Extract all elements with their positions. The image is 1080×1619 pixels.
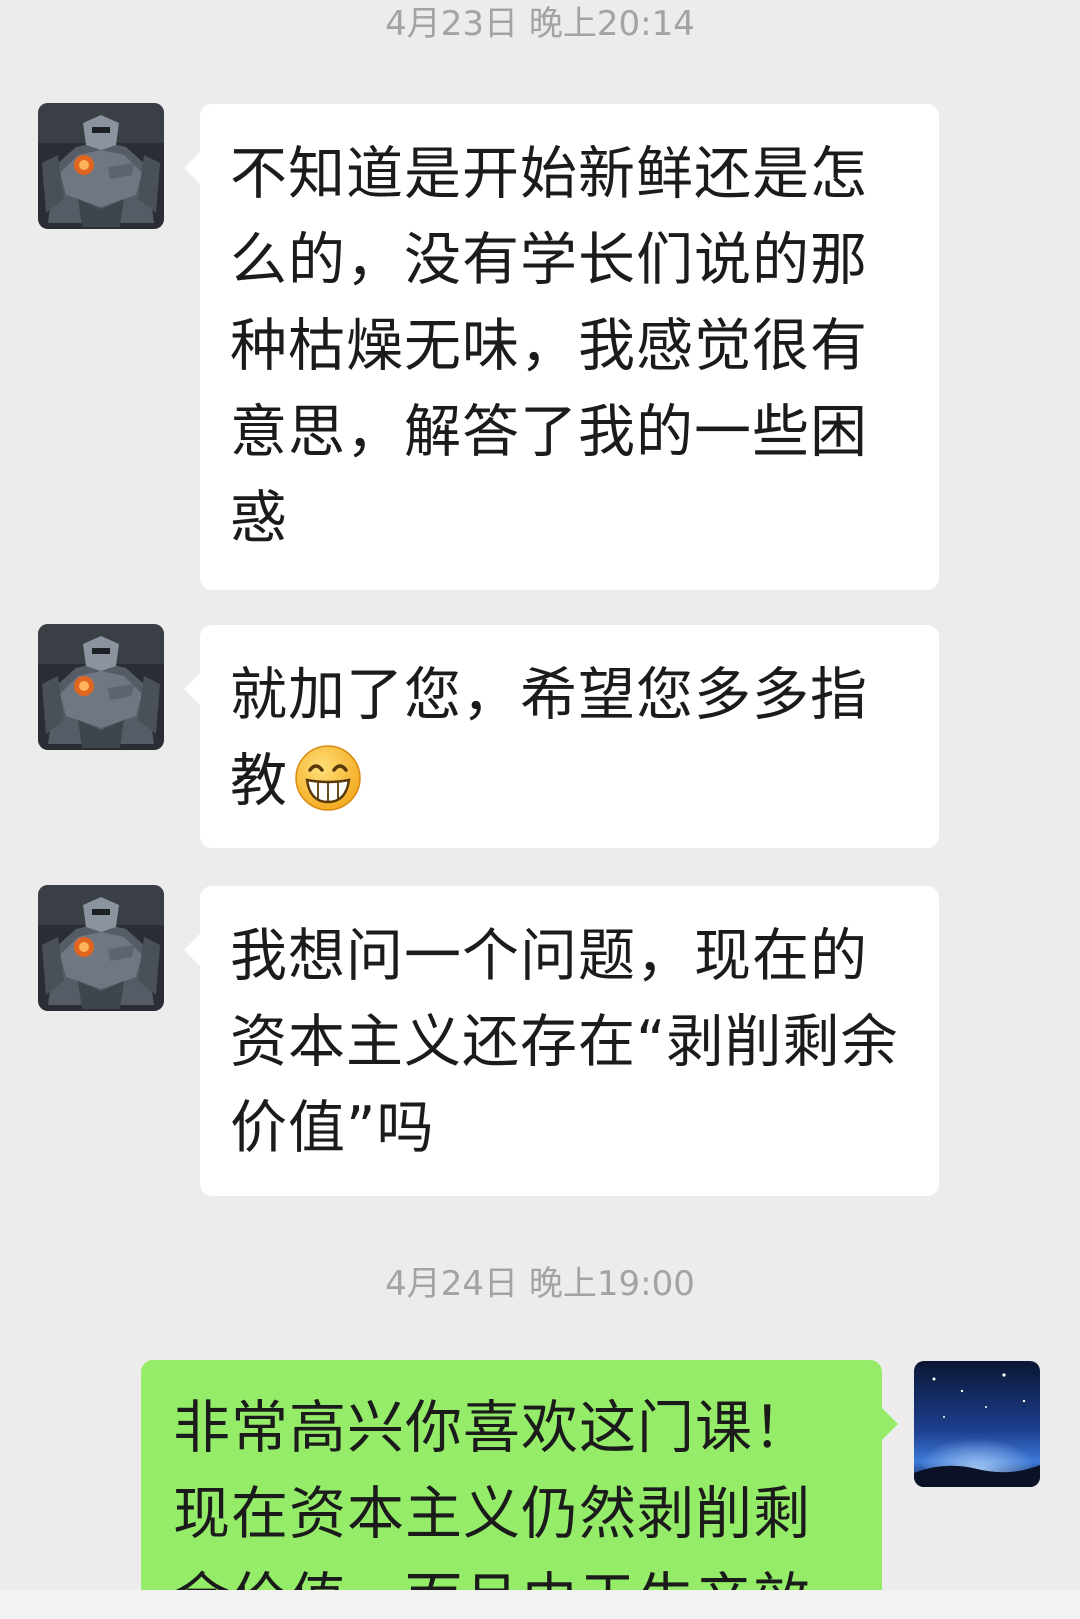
own-avatar[interactable] [914,1361,1040,1487]
night-sky-avatar-icon [914,1361,1040,1487]
timestamp-label: 4月23日 晚上20:14 [385,4,695,44]
incoming-message-bubble[interactable]: 我想问一个问题，现在的资本主义还存在“剥削剩余价值”吗 [184,886,939,1196]
outgoing-message-bubble[interactable]: 非常高兴你喜欢这门课！现在资本主义仍然剥削剩余价值，而且由于生产效 [141,1360,898,1590]
chat-history[interactable]: 4月23日 晚上20:14 不知道是开始新鲜还是怎么的，没有学长们说的那种枯燥无… [0,0,1080,1590]
message-text: 不知道是开始新鲜还是怎么的，没有学长们说的那种枯燥无味，我感觉很有意思，解答了我… [230,141,868,551]
message-text: 我想问一个问题，现在的资本主义还存在“剥削剩余价值”吗 [230,923,899,1161]
incoming-message-bubble[interactable]: 就加了您，希望您多多指教 [184,625,939,848]
message-text: 非常高兴你喜欢这门课！现在资本主义仍然剥削剩余价值，而且由于生产效 [173,1395,811,1590]
contact-avatar[interactable] [38,885,164,1011]
contact-avatar[interactable] [38,103,164,229]
timestamp-label: 4月24日 晚上19:00 [385,1264,695,1304]
robot-mech-avatar-icon [38,885,164,1011]
bottom-edge [0,1590,1080,1619]
incoming-message-bubble[interactable]: 不知道是开始新鲜还是怎么的，没有学长们说的那种枯燥无味，我感觉很有意思，解答了我… [184,104,939,590]
robot-mech-avatar-icon [38,103,164,229]
robot-mech-avatar-icon [38,624,164,750]
contact-avatar[interactable] [38,624,164,750]
grin-emoji-icon [295,745,361,811]
